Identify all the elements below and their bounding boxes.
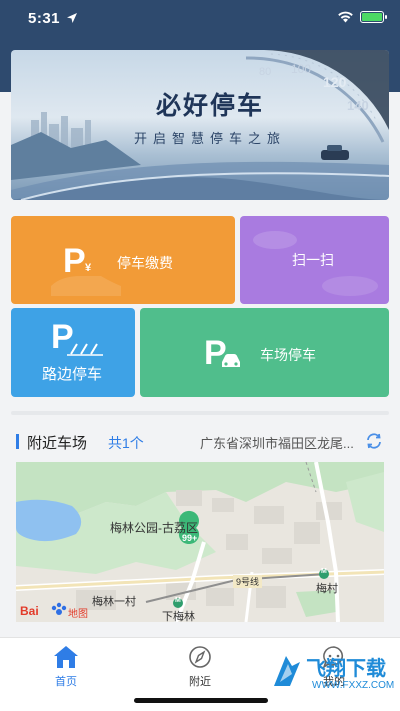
status-time: 5:31 [28,10,61,27]
speedo-label-100: 100 [291,62,312,76]
baidu-logo-text: Bai [20,604,39,618]
roadside-parking-tile[interactable]: P 路边停车 [11,308,135,397]
compass-icon [189,646,211,668]
battery-icon [360,11,387,23]
home-indicator [134,698,268,703]
section-divider [11,411,389,415]
scan-label: 扫一扫 [292,252,334,268]
yen-icon: ¥ [85,262,92,274]
roadside-parking-label: 路边停车 [42,366,103,383]
banner-illustration [11,50,389,200]
baidu-map-text: 地图 [68,609,88,620]
home-icon [54,646,78,668]
scan-tile[interactable]: 扫一扫 [240,216,389,304]
map-label-xiameilin: 下梅林 [162,611,195,622]
metro-station-icon-2: M [321,568,327,575]
road-stripes-icon [67,343,103,356]
section-accent-bar [16,434,19,449]
nearby-count[interactable]: 共1个 [108,433,144,453]
parking-fee-tile[interactable]: P ¥ 停车缴费 [11,216,235,304]
lot-parking-tile[interactable]: P 车场停车 [140,308,389,397]
map-pin-count[interactable]: 99+ [182,533,197,543]
status-bar: 5:31 [0,0,400,38]
banner-subtitle: 开启智慧停车之旅 [133,131,286,146]
nearby-title: 附近车场 [27,435,88,452]
status-icons [337,11,387,23]
current-address[interactable]: 广东省深圳市福田区龙尾... [200,433,360,452]
metro-station-icon: M [175,597,181,604]
tab-nearby-label: 附近 [189,676,211,688]
wifi-icon [338,11,353,23]
map-label-line9: 9号线 [233,575,263,588]
site-watermark: 飞翔下载 WWW.FXXZ.COM [266,646,394,706]
map-label-meilin1: 梅林一村 [92,596,136,608]
nearby-header: 附近车场 共1个 广东省深圳市福田区龙尾... [11,424,389,460]
watermark-url: WWW.FXXZ.COM [312,680,395,691]
refresh-icon[interactable] [365,432,383,450]
lot-parking-label: 车场停车 [260,347,316,363]
parking-fee-label: 停车缴费 [117,255,173,271]
promo-banner[interactable]: 80 100 120 140 必好停车 开启智慧停车之旅 [11,50,389,200]
banner-title: 必好停车 [155,92,264,120]
tab-home-label: 首页 [55,676,77,688]
map-canvas [16,462,384,622]
watermark-logo-icon [274,656,300,686]
speedo-label-80: 80 [259,66,272,78]
tab-home[interactable]: 首页 [31,642,101,690]
tab-nearby[interactable]: 附近 [165,642,235,690]
location-arrow-icon [67,13,77,23]
car-icon [222,354,240,367]
parking-p-icon: P [63,242,86,280]
watermark-text: 飞翔下载 [306,658,386,680]
nearby-map[interactable]: 梅林公园-古荔区 99+ 9号线 梅村 梅林一村 下梅林 M M Bai 地图 [16,462,384,622]
map-label-meicun: 梅村 [316,583,338,595]
